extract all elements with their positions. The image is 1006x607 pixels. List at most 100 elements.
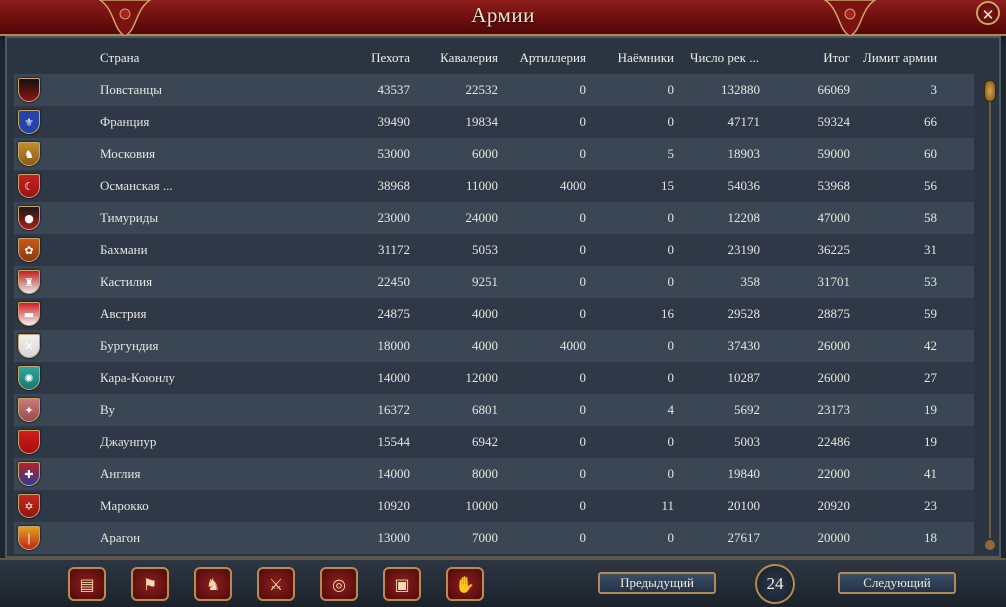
buildings-icon[interactable]: ▣ (383, 567, 421, 601)
cell-infantry: 14000 (377, 370, 411, 385)
cell-country[interactable]: Кара-Коюнлу (100, 370, 175, 386)
scroll-track[interactable] (989, 98, 991, 538)
coins-icon[interactable]: ◎ (320, 567, 358, 601)
column-header-infantry[interactable]: Пехота (330, 50, 410, 66)
cell-regiments: 29528 (727, 306, 761, 321)
close-icon[interactable]: ✕ (976, 1, 1000, 25)
previous-button[interactable]: Предыдущий (598, 572, 716, 594)
table-row[interactable]: ♞ Московия 53000 6000 0 5 18903 59000 60 (14, 138, 974, 170)
country-shield-icon[interactable]: ✕ (18, 334, 40, 358)
country-shield-icon[interactable]: ▬ (18, 302, 40, 326)
cell-force-limit: 27 (924, 370, 937, 385)
country-shield-icon[interactable]: ✚ (18, 462, 40, 486)
column-header-mercenaries[interactable]: Наёмники (594, 50, 674, 66)
country-shield-icon[interactable]: ● (18, 206, 40, 230)
cell-infantry: 23000 (377, 210, 411, 225)
cell-cavalry: 4000 (472, 338, 498, 353)
army-icon[interactable]: ♞ (194, 567, 232, 601)
cell-cavalry: 9251 (472, 274, 498, 289)
table-row[interactable]: ✦ Ву 16372 6801 0 4 5692 23173 19 (14, 394, 974, 426)
scroll-thumb[interactable] (984, 80, 996, 102)
scrollbar[interactable] (984, 80, 996, 550)
column-header-country[interactable]: Страна (100, 50, 139, 66)
cell-country[interactable]: Бахмани (100, 242, 148, 258)
column-header-regiments[interactable]: Число рек ... (690, 50, 759, 66)
cell-country[interactable]: Бургундия (100, 338, 158, 354)
cell-infantry: 16372 (377, 402, 411, 417)
cell-country[interactable]: Османская ... (100, 178, 173, 194)
crossed-swords-icon[interactable]: ⚔ (257, 567, 295, 601)
cell-force-limit: 18 (924, 530, 937, 545)
country-shield-icon[interactable]: ♞ (18, 142, 40, 166)
cell-total: 23173 (817, 402, 851, 417)
cell-country[interactable]: Ву (100, 402, 115, 418)
cell-country[interactable]: Кастилия (100, 274, 152, 290)
cell-country[interactable]: Московия (100, 146, 155, 162)
cell-regiments: 23190 (727, 242, 761, 257)
country-shield-icon[interactable] (18, 78, 40, 102)
country-shield-icon[interactable]: ☾ (18, 174, 40, 198)
table-row[interactable]: Джаунпур 15544 6942 0 0 5003 22486 19 (14, 426, 974, 458)
country-shield-icon[interactable]: ✦ (18, 398, 40, 422)
cell-country[interactable]: Марокко (100, 498, 149, 514)
cell-artillery: 0 (579, 210, 587, 225)
country-shield-icon[interactable]: ♜ (18, 270, 40, 294)
country-shield-icon[interactable]: ✿ (18, 238, 40, 262)
cell-cavalry: 6000 (472, 146, 498, 161)
country-shield-icon[interactable]: ⚜ (18, 110, 40, 134)
cell-infantry: 10920 (377, 498, 411, 513)
table-row[interactable]: ✚ Англия 14000 8000 0 0 19840 22000 41 (14, 458, 974, 490)
cell-artillery: 0 (579, 114, 587, 129)
cell-cavalry: 4000 (472, 306, 498, 321)
cell-regiments: 10287 (727, 370, 761, 385)
cell-country[interactable]: Джаунпур (100, 434, 156, 450)
cell-mercenaries: 0 (667, 242, 675, 257)
cell-cavalry: 24000 (465, 210, 499, 225)
column-header-artillery[interactable]: Артиллерия (506, 50, 586, 66)
cell-infantry: 15544 (377, 434, 411, 449)
cell-country[interactable]: Англия (100, 466, 140, 482)
cell-country[interactable]: Франция (100, 114, 149, 130)
cell-country[interactable]: Повстанцы (100, 82, 162, 98)
table-row[interactable]: ✿ Бахмани 31172 5053 0 0 23190 36225 31 (14, 234, 974, 266)
cell-artillery: 0 (579, 306, 587, 321)
table-row[interactable]: ✺ Кара-Коюнлу 14000 12000 0 0 10287 26000 27 (14, 362, 974, 394)
table-row[interactable]: ● Тимуриды 23000 24000 0 0 12208 47000 58 (14, 202, 974, 234)
ledger-icon[interactable]: ▤ (68, 567, 106, 601)
table-row[interactable]: ⚜ Франция 39490 19834 0 0 47171 59324 66 (14, 106, 974, 138)
cell-total: 53968 (817, 178, 851, 193)
country-shield-icon[interactable]: ❘ (18, 526, 40, 550)
cell-country[interactable]: Австрия (100, 306, 147, 322)
country-shield-icon[interactable]: ✺ (18, 366, 40, 390)
table-row[interactable]: ✕ Бургундия 18000 4000 4000 0 37430 26000 42 (14, 330, 974, 362)
cell-cavalry: 12000 (465, 370, 499, 385)
column-header-total[interactable]: Итог (770, 50, 850, 66)
country-shield-icon[interactable] (18, 430, 40, 454)
table-row[interactable]: Повстанцы 43537 22532 0 0 132880 66069 3 (14, 74, 974, 106)
table-row[interactable]: ♜ Кастилия 22450 9251 0 0 358 31701 53 (14, 266, 974, 298)
cell-force-limit: 66 (924, 114, 937, 129)
next-button[interactable]: Следующий (838, 572, 956, 594)
flag-icon[interactable]: ⚑ (131, 567, 169, 601)
cell-infantry: 39490 (377, 114, 411, 129)
page-number: 24 (755, 564, 795, 604)
cell-artillery: 0 (579, 146, 587, 161)
cell-force-limit: 31 (924, 242, 937, 257)
cell-mercenaries: 0 (667, 530, 675, 545)
handshake-icon[interactable]: ✋ (446, 567, 484, 601)
table-row[interactable]: ❘ Арагон 13000 7000 0 0 27617 20000 18 (14, 522, 974, 554)
column-header-force-limit[interactable]: Лимит армии (863, 50, 937, 66)
window-title: Армии (471, 3, 535, 27)
cell-force-limit: 41 (924, 466, 937, 481)
table-row[interactable]: ▬ Австрия 24875 4000 0 16 29528 28875 59 (14, 298, 974, 330)
column-header-cavalry[interactable]: Кавалерия (418, 50, 498, 66)
cell-artillery: 0 (579, 274, 587, 289)
table-row[interactable]: ☾ Османская ... 38968 11000 4000 15 54036 53968… (14, 170, 974, 202)
cell-country[interactable]: Тимуриды (100, 210, 158, 226)
cell-mercenaries: 0 (667, 210, 675, 225)
cell-country[interactable]: Арагон (100, 530, 140, 546)
table-row[interactable]: ✡ Марокко 10920 10000 0 11 20100 20920 23 (14, 490, 974, 522)
scroll-end-icon (985, 540, 995, 550)
cell-cavalry: 7000 (472, 530, 498, 545)
country-shield-icon[interactable]: ✡ (18, 494, 40, 518)
